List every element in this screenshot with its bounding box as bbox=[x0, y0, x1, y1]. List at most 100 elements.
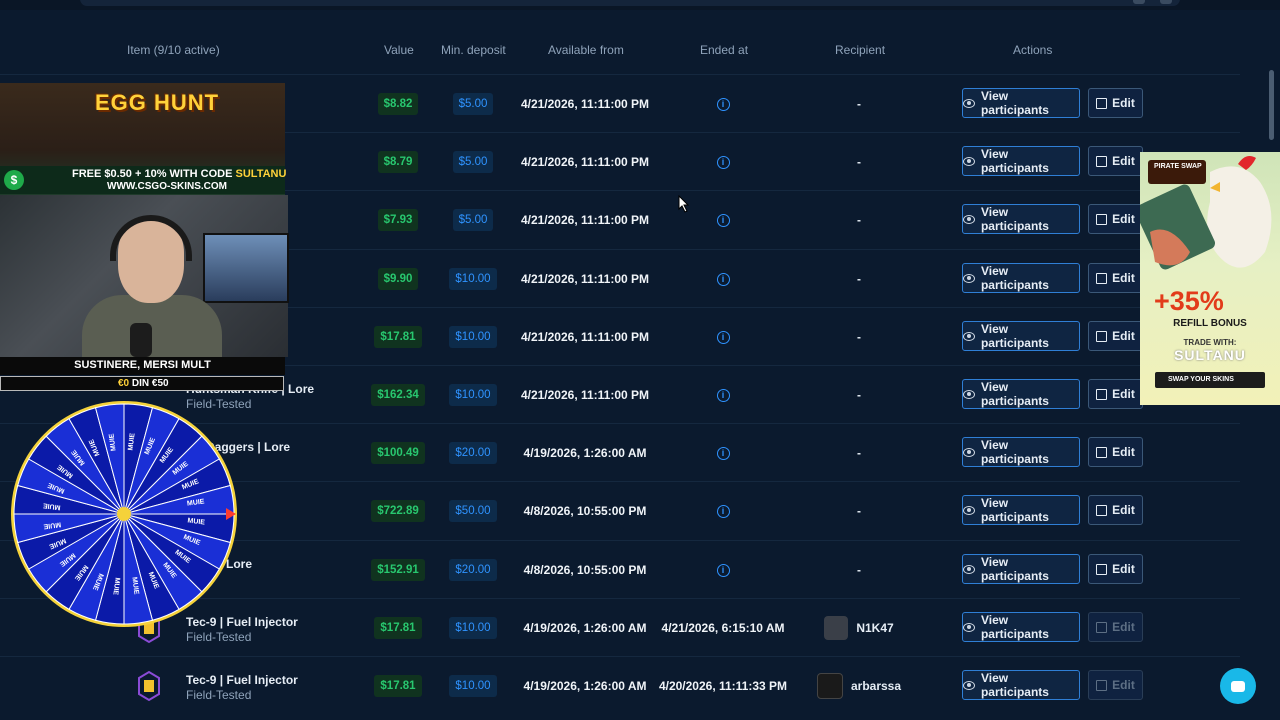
eye-icon bbox=[963, 447, 975, 457]
min-deposit-badge: $10.00 bbox=[449, 384, 497, 406]
eye-icon bbox=[963, 505, 975, 515]
info-icon[interactable]: i bbox=[716, 213, 730, 227]
chat-bubble-button[interactable] bbox=[1220, 668, 1256, 704]
view-participants-label: View participants bbox=[980, 205, 1049, 233]
min-deposit-cell: $20.00 bbox=[446, 424, 500, 482]
available-from: 4/21/2026, 11:11:00 PM bbox=[520, 388, 650, 402]
header-actions: Actions bbox=[1013, 43, 1053, 57]
edit-icon bbox=[1096, 621, 1108, 633]
value-cell: $17.81 bbox=[372, 657, 424, 715]
eye-icon bbox=[963, 98, 975, 108]
view-participants-label: View participants bbox=[980, 555, 1049, 583]
edit-label: Edit bbox=[1112, 503, 1135, 517]
view-participants-label: View participants bbox=[980, 147, 1049, 175]
recipient-cell[interactable]: arbarssa bbox=[800, 657, 918, 715]
ended-at-cell: i bbox=[648, 191, 798, 249]
view-participants-label: View participants bbox=[980, 264, 1049, 292]
webcam-feed bbox=[0, 195, 289, 365]
page-scrollbar[interactable] bbox=[1269, 70, 1274, 140]
eye-icon bbox=[963, 156, 975, 166]
edit-label: Edit bbox=[1112, 96, 1135, 110]
edit-button[interactable]: Edit bbox=[1088, 88, 1143, 118]
table-row: Tec-9 | Fuel Injector Field-Tested $17.81 $… bbox=[0, 656, 1240, 715]
pirate-swap-ad[interactable] bbox=[1140, 152, 1280, 405]
min-deposit-badge: $10.00 bbox=[449, 268, 497, 290]
edit-button[interactable]: Edit bbox=[1088, 554, 1143, 584]
ended-at-cell: i bbox=[648, 424, 798, 482]
ad-trade-with: TRADE WITH: bbox=[1183, 338, 1237, 347]
swap-skins-button-label: SWAP YOUR SKINS bbox=[1168, 376, 1234, 383]
ad-bonus: +35% bbox=[1154, 286, 1224, 316]
view-participants-button[interactable]: View participants bbox=[962, 321, 1080, 351]
view-participants-button[interactable]: View participants bbox=[962, 554, 1080, 584]
microphone-icon bbox=[130, 323, 152, 357]
recipient: - bbox=[857, 330, 861, 344]
edit-icon bbox=[1096, 330, 1108, 342]
edit-label: Edit bbox=[1112, 154, 1135, 168]
value-badge: $17.81 bbox=[374, 617, 422, 639]
ended-at-cell: i bbox=[648, 366, 798, 424]
recipient: - bbox=[857, 446, 861, 460]
view-participants-button[interactable]: View participants bbox=[962, 379, 1080, 409]
edit-button[interactable]: Edit bbox=[1088, 263, 1143, 293]
view-participants-button[interactable]: View participants bbox=[962, 263, 1080, 293]
recipient: - bbox=[857, 97, 861, 111]
info-icon[interactable]: i bbox=[716, 563, 730, 577]
ended-at-cell: i bbox=[648, 133, 798, 191]
value-cell: $9.90 bbox=[372, 250, 424, 308]
view-participants-label: View participants bbox=[980, 438, 1049, 466]
edit-button[interactable]: Edit bbox=[1088, 379, 1143, 409]
info-icon[interactable]: i bbox=[716, 272, 730, 286]
ended-at-cell: i bbox=[648, 541, 798, 599]
value-cell: $8.79 bbox=[372, 133, 424, 191]
recipient-name: N1K47 bbox=[856, 621, 894, 635]
edit-button[interactable]: Edit bbox=[1088, 612, 1143, 642]
dollar-coin-icon: $ bbox=[4, 170, 24, 190]
available-from: 4/21/2026, 11:11:00 PM bbox=[520, 330, 650, 344]
view-participants-button[interactable]: View participants bbox=[962, 612, 1080, 642]
info-icon[interactable]: i bbox=[716, 388, 730, 402]
header-available-from: Available from bbox=[548, 43, 624, 57]
value-badge: $8.79 bbox=[377, 151, 419, 173]
view-participants-button[interactable]: View participants bbox=[962, 146, 1080, 176]
available-from: 4/21/2026, 11:11:00 PM bbox=[520, 155, 650, 169]
egg-hunt-title: EGG HUNT bbox=[95, 90, 220, 115]
chat-icon bbox=[1231, 680, 1245, 692]
info-icon[interactable]: i bbox=[716, 504, 730, 518]
header-recipient: Recipient bbox=[835, 43, 886, 57]
recipient-cell[interactable]: N1K47 bbox=[800, 599, 918, 657]
view-participants-button[interactable]: View participants bbox=[962, 88, 1080, 118]
edit-button[interactable]: Edit bbox=[1088, 437, 1143, 467]
edit-button[interactable]: Edit bbox=[1088, 321, 1143, 351]
value-cell: $100.49 bbox=[371, 424, 425, 482]
value-badge: $152.91 bbox=[371, 559, 425, 581]
min-deposit-badge: $5.00 bbox=[452, 93, 494, 115]
support-text: SUSTINERE, MERSI MULT bbox=[74, 359, 211, 371]
edit-button[interactable]: Edit bbox=[1088, 495, 1143, 525]
value-badge: $100.49 bbox=[371, 442, 425, 464]
avatar bbox=[816, 673, 843, 699]
edit-label: Edit bbox=[1112, 678, 1135, 692]
edit-button[interactable]: Edit bbox=[1088, 146, 1143, 176]
ended-at: 4/20/2026, 11:11:33 PM bbox=[658, 679, 788, 693]
edit-button[interactable]: Edit bbox=[1088, 670, 1143, 700]
view-participants-button[interactable]: View participants bbox=[962, 670, 1080, 700]
view-participants-button[interactable]: View participants bbox=[962, 204, 1080, 234]
view-participants-button[interactable]: View participants bbox=[962, 437, 1080, 467]
info-icon[interactable]: i bbox=[716, 330, 730, 344]
min-deposit-cell: $10.00 bbox=[446, 366, 500, 424]
header-min-deposit: Min. deposit bbox=[441, 43, 506, 57]
value-cell: $17.81 bbox=[372, 599, 424, 657]
min-deposit-badge: $10.00 bbox=[449, 617, 497, 639]
view-participants-label: View participants bbox=[980, 322, 1049, 350]
value-cell: $722.89 bbox=[371, 482, 425, 540]
info-icon[interactable]: i bbox=[716, 155, 730, 169]
min-deposit-cell: $5.00 bbox=[446, 75, 500, 133]
ended-at-cell: i bbox=[648, 308, 798, 366]
view-participants-button[interactable]: View participants bbox=[962, 495, 1080, 525]
edit-label: Edit bbox=[1112, 212, 1135, 226]
info-icon[interactable]: i bbox=[716, 97, 730, 111]
edit-button[interactable]: Edit bbox=[1088, 204, 1143, 234]
info-icon[interactable]: i bbox=[716, 446, 730, 460]
min-deposit-badge: $10.00 bbox=[449, 326, 497, 348]
